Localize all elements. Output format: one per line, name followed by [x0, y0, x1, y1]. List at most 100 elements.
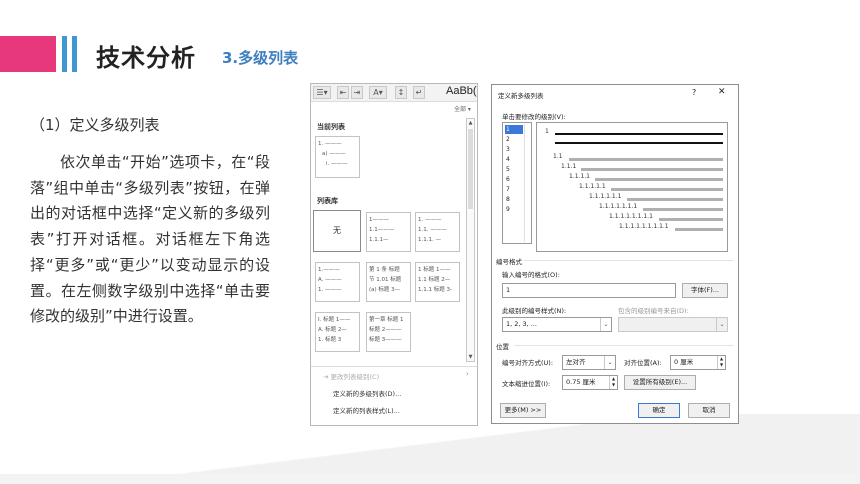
- bottom-decoration: [0, 414, 860, 484]
- spinner-icon[interactable]: ▲ ▼: [609, 376, 617, 389]
- level-item[interactable]: 1: [505, 125, 523, 134]
- preview-line: [643, 208, 723, 211]
- text-indent-input[interactable]: 0.75 厘米 ▲ ▼: [562, 375, 618, 390]
- sample-line: 第一章 标题 1: [369, 317, 404, 323]
- sample-line: 标题 3———: [369, 337, 402, 343]
- sample-line: 1 标题 1——: [418, 267, 451, 273]
- list-library-item[interactable]: 第 1 条 标题 节 1.01 标题 (a) 标题 3—: [366, 262, 411, 302]
- preview-line: [581, 168, 723, 171]
- level-item[interactable]: 8: [505, 195, 523, 204]
- number-style-select[interactable]: 1, 2, 3, ... ⌄: [502, 317, 612, 332]
- show-marks-icon[interactable]: ↵: [413, 86, 425, 99]
- gallery-menu: ⇥ 更改列表级别(C) › 定义新的多级列表(D)... 定义新的列表样式(L)…: [311, 366, 477, 426]
- define-new-list-style-item[interactable]: 定义新的列表样式(L)...: [333, 405, 400, 415]
- level-item[interactable]: 6: [505, 175, 523, 184]
- list-none-item[interactable]: 无: [313, 210, 361, 252]
- help-icon[interactable]: ?: [692, 88, 696, 97]
- preview-number: 1.1.1.1.1.1.1.1.1: [619, 223, 669, 230]
- sample-line: A. ———: [318, 277, 342, 283]
- style-preview[interactable]: AaBb(: [446, 85, 477, 97]
- text-indent-value: 0.75 厘米: [566, 378, 596, 386]
- current-sample-3: i. ———: [326, 161, 348, 167]
- cancel-button[interactable]: 取消: [688, 403, 730, 418]
- number-alignment-select[interactable]: 左对齐 ⌄: [562, 355, 616, 370]
- level-item[interactable]: 9: [505, 205, 523, 214]
- aligned-at-value: 0 厘米: [674, 358, 694, 366]
- preview-number: 1.1.1.1: [569, 173, 590, 180]
- level-item[interactable]: 7: [505, 185, 523, 194]
- current-list-item[interactable]: 1. ——— a) ——— i. ———: [315, 136, 360, 178]
- dialog-title: 定义新多级列表: [498, 92, 544, 100]
- font-button[interactable]: 字体(F)...: [682, 283, 728, 298]
- preview-number: 1: [545, 128, 549, 135]
- gallery-scrollbar[interactable]: ▲ ▼: [466, 118, 475, 362]
- preview-number: 1.1.1.1.1.1: [589, 193, 622, 200]
- number-format-group-label: 编号格式: [496, 258, 522, 266]
- close-icon[interactable]: ✕: [718, 87, 726, 97]
- body-paragraph: 依次单击“开始”选项卡，在“段落”组中单击“多级列表”按钮，在弹出的对话框中选择…: [30, 153, 270, 326]
- more-button[interactable]: 更多(M) >>: [500, 403, 546, 418]
- preview-line: [569, 158, 723, 161]
- indent-icon: ⇥: [323, 373, 331, 381]
- include-level-select: ⌄: [618, 317, 728, 332]
- list-library-item[interactable]: 1 标题 1—— 1.1 标题 2— 1.1.1 标题 3-: [415, 262, 460, 302]
- list-library-item[interactable]: 1. ——— 1.1. ——— 1.1.1. —: [415, 212, 460, 252]
- all-filter[interactable]: 全部 ▾: [454, 104, 471, 113]
- level-item[interactable]: 3: [505, 145, 523, 154]
- level-item[interactable]: 5: [505, 165, 523, 174]
- current-sample-2: a) ———: [322, 151, 346, 157]
- define-new-multilevel-list-item[interactable]: 定义新的多级列表(D)...: [333, 388, 401, 398]
- chinese-layout-icon[interactable]: A▾: [369, 86, 387, 99]
- group-divider: [514, 345, 734, 346]
- list-library-item[interactable]: 1——— 1.1——— 1.1.1—: [366, 212, 411, 252]
- scroll-up-icon[interactable]: ▲: [467, 119, 474, 127]
- level-item[interactable]: 4: [505, 155, 523, 164]
- decrease-indent-icon[interactable]: ⇤: [337, 86, 349, 99]
- chevron-right-icon: ›: [466, 370, 469, 378]
- preview-line: [627, 198, 723, 201]
- list-library-heading: 列表库: [317, 197, 338, 205]
- sort-icon[interactable]: ↕: [395, 86, 407, 99]
- increase-indent-icon[interactable]: ⇥: [351, 86, 363, 99]
- current-sample-1: 1. ———: [318, 141, 342, 147]
- level-scrollbar[interactable]: [524, 124, 530, 242]
- level-list[interactable]: 1 2 3 4 5 6 7 8 9: [502, 122, 532, 244]
- scroll-down-icon[interactable]: ▼: [467, 353, 474, 361]
- number-format-input[interactable]: 1: [502, 283, 676, 298]
- current-list-heading: 当前列表: [317, 123, 345, 131]
- sample-line: 1.1———: [369, 227, 395, 233]
- sample-line: 标题 2———: [369, 327, 402, 333]
- enter-format-label: 输入编号的格式(O):: [502, 271, 560, 279]
- sample-line: 节 1.01 标题: [369, 277, 402, 283]
- scroll-thumb[interactable]: [468, 129, 473, 209]
- sample-line: 第 1 条 标题: [369, 267, 400, 273]
- set-all-levels-button[interactable]: 设置所有级别(E)...: [624, 375, 696, 390]
- ok-button[interactable]: 确定: [638, 403, 680, 418]
- list-library-item[interactable]: I. 标题 1—— A. 标题 2— 1. 标题 3: [315, 312, 360, 352]
- ribbon-toolbar: ☰▾ ⇤ ⇥ A▾ ↕ ↵ AaBb(: [311, 84, 477, 102]
- chevron-down-icon[interactable]: ⌄: [604, 356, 615, 369]
- sample-line: 1.———: [318, 267, 340, 273]
- level-item[interactable]: 2: [505, 135, 523, 144]
- spinner-icon[interactable]: ▲ ▼: [717, 356, 725, 369]
- preview-line: [595, 178, 723, 181]
- preview-line: [555, 133, 723, 135]
- slide-subtitle: 3.多级列表: [222, 49, 299, 67]
- alignment-value: 左对齐: [566, 358, 586, 366]
- sample-line: A. 标题 2—: [318, 327, 347, 333]
- aligned-at-input[interactable]: 0 厘米 ▲ ▼: [670, 355, 726, 370]
- sample-line: I. 标题 1——: [318, 317, 351, 323]
- chevron-down-icon: ⌄: [716, 318, 727, 331]
- preview-number: 1.1.1.1.1.1.1.1: [609, 213, 653, 220]
- list-library-item[interactable]: 1.——— A. ——— 1. ———: [315, 262, 360, 302]
- sample-line: 1.1 标题 2—: [418, 277, 451, 283]
- preview-line: [555, 142, 723, 144]
- sample-line: 1.1. ———: [418, 227, 447, 233]
- number-style-value: 1, 2, 3, ...: [506, 320, 538, 328]
- chevron-down-icon[interactable]: ⌄: [600, 318, 611, 331]
- multilevel-list-button[interactable]: ☰▾: [313, 86, 331, 99]
- preview-line: [659, 218, 723, 221]
- accent-bar-pink: [0, 36, 56, 72]
- position-group-label: 位置: [496, 343, 509, 351]
- list-library-item[interactable]: 第一章 标题 1 标题 2——— 标题 3———: [366, 312, 411, 352]
